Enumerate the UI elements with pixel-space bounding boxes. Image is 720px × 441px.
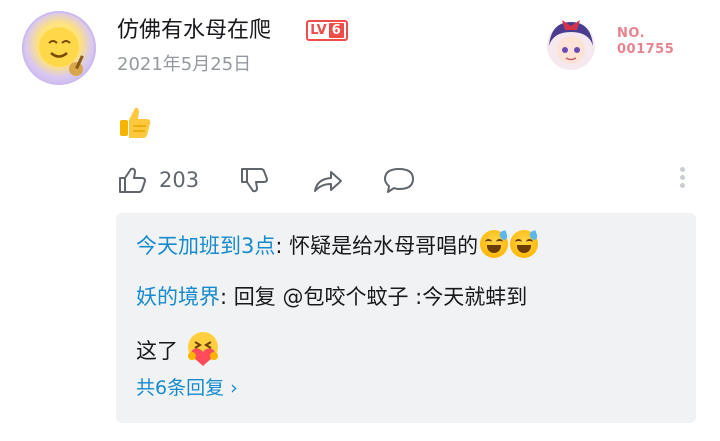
- dislike-icon: [241, 168, 268, 193]
- comment-icon: [384, 168, 414, 193]
- like-icon: [119, 167, 146, 193]
- fan-number-badge: NO. 001755: [617, 26, 683, 58]
- fan-number-label: NO.: [617, 26, 646, 41]
- reply-author[interactable]: 妖的境界: [136, 285, 220, 309]
- grinning-sweat-emoji: [510, 230, 539, 258]
- action-bar: 203: [117, 160, 697, 200]
- level-badge: LV 6: [306, 20, 348, 41]
- share-button[interactable]: [312, 160, 344, 200]
- reply-separator: :: [220, 285, 234, 309]
- user-avatar[interactable]: [22, 11, 96, 85]
- reply-text: 回复 @包咬个蚊子 :今天就蚌到: [233, 285, 528, 309]
- avatar-face-icon: [39, 27, 84, 76]
- reply-item: 妖的境界: 回复 @包咬个蚊子 :今天就蚌到: [136, 281, 527, 313]
- dislike-button[interactable]: [239, 160, 269, 200]
- comment-button[interactable]: [382, 160, 416, 200]
- reply-item: 今天加班到3点: 怀疑是给水母哥唱的: [136, 230, 539, 262]
- fan-avatar-icon: [547, 20, 595, 70]
- fan-avatar[interactable]: [540, 12, 602, 74]
- reply-item-continuation: 这了: [136, 330, 222, 368]
- thumbs-up-emoji: [117, 104, 153, 140]
- reply-text: 怀疑是给水母哥唱的: [289, 234, 479, 258]
- share-icon: [314, 171, 342, 192]
- reply-text: 这了: [136, 339, 178, 363]
- fan-number-value: 001755: [617, 42, 675, 57]
- level-prefix: LV: [310, 23, 327, 38]
- more-vertical-icon[interactable]: [677, 164, 687, 196]
- view-more-replies-link[interactable]: 共6条回复 ›: [136, 373, 238, 403]
- comment-date: 2021年5月25日: [117, 54, 252, 75]
- like-count: 203: [159, 168, 200, 192]
- hug-heart-emoji: [184, 330, 222, 368]
- level-number: 6: [328, 23, 344, 38]
- grinning-sweat-emoji: [480, 230, 509, 258]
- reply-author[interactable]: 今天加班到3点: [136, 234, 275, 258]
- reply-preview-box[interactable]: 今天加班到3点: 怀疑是给水母哥唱的 妖的境界: 回复 @包咬个蚊子 :今天就蚌…: [116, 213, 696, 423]
- thumbs-up-emoji-icon: [120, 107, 151, 138]
- reply-separator: :: [275, 234, 290, 258]
- like-button[interactable]: 203: [117, 160, 199, 200]
- hug-heart-emoji-icon: [188, 332, 218, 366]
- username[interactable]: 仿佛有水母在爬: [117, 16, 271, 46]
